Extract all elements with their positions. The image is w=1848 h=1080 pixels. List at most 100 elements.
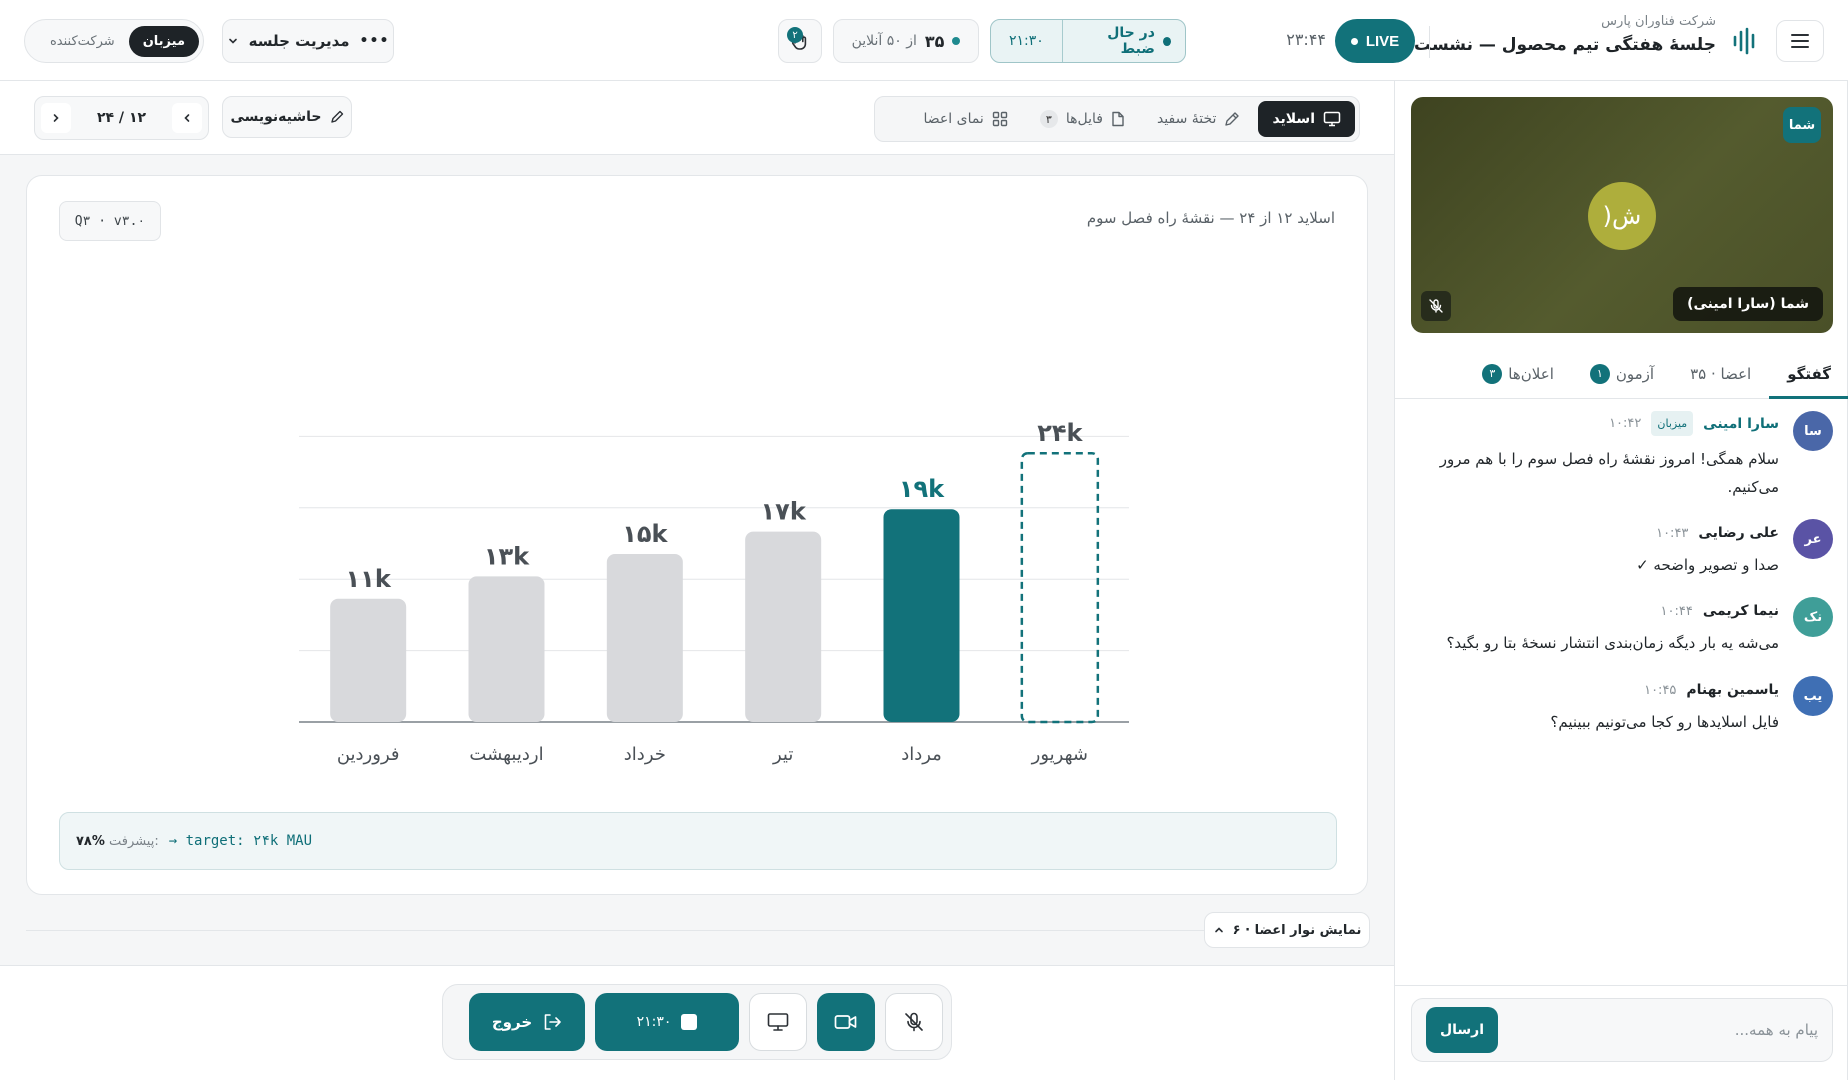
call-controls: ۲۱:۳۰ خروج	[442, 984, 952, 1060]
notifications-badge: ۳	[1482, 363, 1503, 384]
you-badge: شما	[1783, 107, 1821, 143]
bar	[745, 531, 822, 722]
mic-off-icon	[905, 1012, 923, 1032]
monitor-icon	[1323, 111, 1341, 127]
file-icon	[1112, 111, 1124, 127]
recording-indicator[interactable]: در حال ضبط ۲۱:۳۰	[990, 19, 1186, 63]
bar-value-label: ۱۷k	[761, 498, 807, 526]
video-camera-icon	[834, 1015, 857, 1029]
record-timer: ۲۱:۳۰	[636, 1014, 672, 1030]
message-text: صدا و تصویر واضحه ✓	[1636, 556, 1779, 574]
header-divider	[1429, 26, 1430, 58]
online-count: ۳۵	[924, 31, 945, 51]
tab-notifications[interactable]: اعلان‌ها ۳	[1464, 349, 1572, 399]
send-button[interactable]: ارسال	[1426, 1007, 1498, 1053]
session-management-label: مدیریت جلسه	[248, 32, 350, 50]
org-name: شرکت فناوران پارس	[1601, 14, 1716, 29]
host-badge: میزبان	[1651, 411, 1694, 436]
message-text: سلام همگی! امروز نقشهٔ راه فصل سوم را با…	[1439, 450, 1779, 496]
slide-stage: اسلاید ۱۲ از ۲۴ — نقشهٔ راه فصل سوم Q۳ ·…	[0, 155, 1394, 965]
raised-hands-count: ۲	[787, 27, 803, 43]
message-avatar: یب	[1793, 676, 1833, 716]
side-panel: شما ش( شما (سارا امینی) گفتگو اعضا · ۳۵ …	[1394, 81, 1848, 1080]
category-label: مرداد	[901, 744, 942, 765]
chevron-down-icon	[228, 38, 237, 44]
tab-notifications-label: اعلان‌ها	[1508, 364, 1554, 383]
composer-divider	[1395, 985, 1848, 986]
self-mic-status	[1421, 291, 1451, 321]
tab-members-label: اعضا · ۳۵	[1690, 364, 1752, 383]
chevron-right-icon	[53, 114, 59, 122]
bar-chart: ۱۱k فروردین ۱۳k اردیبهشت ۱۵k خرداد ۱۷k تیر ۱۹k مر…	[299, 419, 1129, 765]
bar	[330, 598, 407, 722]
role-toggle: میزبان شرکت‌کننده	[24, 19, 204, 63]
tab-member-view-label: نمای اعضا	[923, 111, 984, 127]
category-label: تیر	[772, 744, 793, 765]
message-avatar: سا	[1793, 411, 1833, 451]
message-time: ۱۰:۴۵	[1644, 682, 1677, 698]
recording-time: ۲۱:۳۰	[1009, 33, 1044, 49]
message-header: علی رضایی ۱۰:۴۳	[1656, 525, 1779, 541]
live-label: LIVE	[1365, 32, 1400, 50]
recording-label: در حال ضبط	[1107, 25, 1155, 57]
online-dot-icon	[952, 37, 961, 45]
leave-label: خروج	[491, 1013, 533, 1031]
annotate-label: حاشیه‌نویسی	[230, 109, 322, 125]
message-time: ۱۰:۴۳	[1656, 525, 1689, 541]
role-host-option[interactable]: میزبان	[128, 25, 199, 57]
session-management-dropdown[interactable]: ••• مدیریت جلسه	[222, 19, 394, 63]
tab-files[interactable]: فایل‌ها ۳	[1026, 101, 1139, 137]
tab-chat-label: گفتگو	[1787, 364, 1831, 383]
message-input[interactable]: پیام به همه...	[1498, 1021, 1818, 1039]
next-slide-button[interactable]	[41, 103, 71, 133]
mute-mic-button[interactable]	[885, 993, 943, 1051]
progress-readout: ۷۸% پیشرفت:	[76, 834, 159, 849]
bar-value-label: ۲۴k	[1037, 419, 1083, 447]
bar-value-label: ۱۹k	[899, 475, 945, 503]
message-text: فایل اسلایدها رو کجا می‌تونیم ببینیم؟	[1550, 713, 1779, 731]
meeting-app: شرکت فناوران پارس جلسهٔ هفتگی تیم محصول …	[0, 0, 1848, 1080]
tab-member-view[interactable]: نمای اعضا	[910, 101, 1022, 137]
category-label: اردیبهشت	[469, 744, 543, 765]
share-screen-button[interactable]	[749, 993, 807, 1051]
raised-hands-button[interactable]: ۲	[778, 19, 822, 63]
message-avatar: نک	[1793, 597, 1833, 637]
tab-chat[interactable]: گفتگو	[1769, 349, 1848, 399]
show-members-strip-button[interactable]: نمایش نوار اعضا · ۶	[1204, 912, 1370, 948]
progress-value: ۷۸%	[76, 833, 105, 849]
stop-recording-button[interactable]: ۲۱:۳۰	[595, 993, 739, 1051]
meeting-title: جلسهٔ هفتگی تیم محصول — نشست ۸	[1398, 35, 1716, 55]
tab-whiteboard[interactable]: تختهٔ سفید	[1143, 101, 1255, 137]
message-header: نیما کریمی ۱۰:۴۴	[1661, 603, 1779, 619]
tab-whiteboard-label: تختهٔ سفید	[1156, 111, 1217, 127]
chevron-up-icon	[1214, 927, 1223, 933]
message-author: سارا امینی	[1703, 415, 1779, 432]
menu-button[interactable]	[1776, 20, 1824, 62]
tab-members[interactable]: اعضا · ۳۵	[1672, 349, 1769, 399]
role-participant-option[interactable]: شرکت‌کننده	[42, 34, 123, 49]
record-dot-icon	[1162, 36, 1171, 46]
mic-off-icon	[1429, 299, 1443, 313]
message-time: ۱۰:۴۴	[1660, 603, 1693, 619]
message-author: علی رضایی	[1698, 525, 1779, 541]
top-header: شرکت فناوران پارس جلسهٔ هفتگی تیم محصول …	[0, 0, 1848, 81]
members-strip-label: نمایش نوار اعضا · ۶	[1232, 922, 1362, 938]
tab-quiz[interactable]: آزمون ۱	[1572, 349, 1672, 399]
leave-button[interactable]: خروج	[469, 993, 585, 1051]
camera-button[interactable]	[817, 993, 875, 1051]
tab-slides[interactable]: اسلاید	[1258, 101, 1355, 137]
quiz-badge: ۱	[1589, 363, 1610, 384]
chevron-left-icon	[184, 114, 190, 122]
annotate-button[interactable]: حاشیه‌نویسی	[222, 96, 352, 138]
files-count-badge: ۳	[1039, 110, 1058, 128]
content-tabs: اسلاید تختهٔ سفید فایل‌ها ۳ نمای اعضا	[874, 96, 1360, 142]
bar	[606, 554, 683, 722]
panel-tabs: گفتگو اعضا · ۳۵ آزمون ۱ اعلان‌ها ۳	[1395, 349, 1848, 399]
exit-icon	[544, 1014, 561, 1030]
bar	[468, 576, 545, 722]
prev-slide-button[interactable]	[172, 103, 202, 133]
category-label: خرداد	[624, 744, 666, 765]
session-clock: ۲۳:۴۴	[1286, 30, 1326, 49]
tab-slides-label: اسلاید	[1272, 111, 1315, 127]
message-author: نیما کریمی	[1702, 603, 1779, 619]
